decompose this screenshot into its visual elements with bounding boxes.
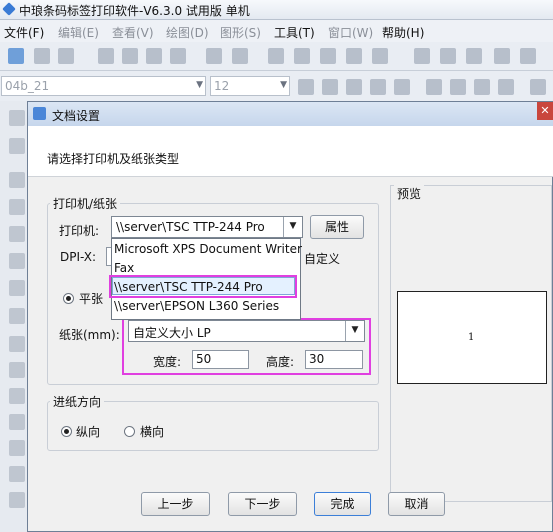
next-button[interactable]: 下一步 <box>228 492 297 516</box>
printer-select-value: \\server\TSC TTP-244 Pro <box>116 220 265 234</box>
menu-shape[interactable]: 图形(S) <box>220 24 261 41</box>
align-right-icon[interactable] <box>474 79 490 95</box>
align-center-icon[interactable] <box>450 79 466 95</box>
print-icon[interactable] <box>122 48 138 64</box>
zoom-out-icon[interactable] <box>440 48 456 64</box>
printer-highlight-box <box>109 275 297 298</box>
landscape-radio[interactable] <box>124 426 135 437</box>
cut-icon[interactable] <box>268 48 284 64</box>
underline-icon[interactable] <box>346 79 362 95</box>
printer-paper-legend: 打印机/纸张 <box>50 195 121 212</box>
properties-button[interactable]: 属性 <box>310 215 364 239</box>
shape-tool-icon[interactable] <box>9 492 25 508</box>
pointer-tool-icon[interactable] <box>9 110 25 126</box>
printer-option[interactable]: Fax <box>114 261 134 275</box>
undo-icon[interactable] <box>372 48 388 64</box>
custom-label: 自定义 <box>304 252 341 266</box>
preview-icon[interactable] <box>146 48 162 64</box>
printer-option[interactable]: \\server\EPSON L360 Series <box>114 299 279 313</box>
save-icon[interactable] <box>58 48 74 64</box>
align-left-icon[interactable] <box>426 79 442 95</box>
layout-icon[interactable] <box>520 48 536 64</box>
bold-icon[interactable] <box>298 79 314 95</box>
font-name-select[interactable]: 04b_21 ▼ <box>1 76 206 96</box>
curve-tool-icon[interactable] <box>9 440 25 456</box>
dialog-icon <box>33 107 46 120</box>
landscape-label: 横向 <box>140 425 165 439</box>
barcode-tool-icon[interactable] <box>9 336 25 352</box>
portrait-label: 纵向 <box>76 425 101 439</box>
printer-option[interactable]: Microsoft XPS Document Writer <box>114 242 302 256</box>
menu-help[interactable]: 帮助(H) <box>382 24 424 41</box>
align-icon[interactable] <box>494 48 510 64</box>
line-tool-icon[interactable] <box>9 172 25 188</box>
menu-view[interactable]: 查看(V) <box>112 24 154 41</box>
feed-direction-legend: 进纸方向 <box>50 393 105 410</box>
copy-icon[interactable] <box>294 48 310 64</box>
paste-icon[interactable] <box>320 48 336 64</box>
image-tool-icon[interactable] <box>9 388 25 404</box>
menu-tools[interactable]: 工具(T) <box>274 24 315 41</box>
printer-select[interactable]: \\server\TSC TTP-244 Pro ▼ <box>111 216 303 238</box>
font-size-value: 12 <box>214 79 230 93</box>
preview-legend: 预览 <box>394 185 425 202</box>
select-tool-icon[interactable] <box>9 138 25 154</box>
cancel-button[interactable]: 取消 <box>388 492 445 516</box>
chevron-down-icon: ▼ <box>196 80 203 90</box>
text-tool-icon[interactable] <box>9 308 25 324</box>
finish-button[interactable]: 完成 <box>314 492 371 516</box>
dpi-label: DPI-X: <box>60 250 97 264</box>
delete-icon[interactable] <box>346 48 362 64</box>
grid-icon[interactable] <box>232 48 248 64</box>
more-icon[interactable] <box>530 79 546 95</box>
polygon-tool-icon[interactable] <box>9 253 25 269</box>
menu-edit[interactable]: 编辑(E) <box>58 24 99 41</box>
arc-tool-icon[interactable] <box>9 466 25 482</box>
align-justify-icon[interactable] <box>498 79 514 95</box>
menu-file[interactable]: 文件(F) <box>4 24 44 41</box>
prev-button[interactable]: 上一步 <box>141 492 210 516</box>
app-title: 中琅条码标签打印软件-V6.3.0 试用版 单机 <box>19 4 250 18</box>
font-name-value: 04b_21 <box>5 79 50 93</box>
chevron-down-icon[interactable]: ▼ <box>283 217 302 237</box>
font-size-select[interactable]: 12 ▼ <box>210 76 290 96</box>
dialog-title: 文档设置 <box>52 109 101 123</box>
chevron-down-icon: ▼ <box>280 80 287 90</box>
strikethrough-icon[interactable] <box>370 79 386 95</box>
menu-draw[interactable]: 绘图(D) <box>166 24 209 41</box>
zoom-in-icon[interactable] <box>414 48 430 64</box>
database-icon[interactable] <box>170 48 186 64</box>
preview-page-number: 1 <box>468 332 475 343</box>
close-icon[interactable]: ✕ <box>537 102 553 120</box>
dialog-instruction: 请选择打印机及纸张类型 <box>47 152 180 166</box>
round-rect-tool-icon[interactable] <box>9 280 25 296</box>
rect-tool-icon[interactable] <box>9 199 25 215</box>
text-color-icon[interactable] <box>394 79 410 95</box>
new-icon[interactable] <box>8 48 24 64</box>
settings-icon[interactable] <box>98 48 114 64</box>
open-icon[interactable] <box>34 48 50 64</box>
paper-label: 纸张(mm): <box>59 328 120 342</box>
zoom-fit-icon[interactable] <box>466 48 482 64</box>
flat-paper-label: 平张 <box>79 292 104 306</box>
qrcode-tool-icon[interactable] <box>9 362 25 378</box>
paper-highlight-box <box>122 318 371 375</box>
ellipse-tool-icon[interactable] <box>9 226 25 242</box>
menu-window[interactable]: 窗口(W) <box>328 24 373 41</box>
table-tool-icon[interactable] <box>9 414 25 430</box>
flat-paper-radio[interactable] <box>63 293 74 304</box>
italic-icon[interactable] <box>322 79 338 95</box>
portrait-radio[interactable] <box>61 426 72 437</box>
printer-label: 打印机: <box>59 224 100 238</box>
zoom-grid-icon[interactable] <box>206 48 222 64</box>
dialog-title-bar <box>28 102 553 126</box>
